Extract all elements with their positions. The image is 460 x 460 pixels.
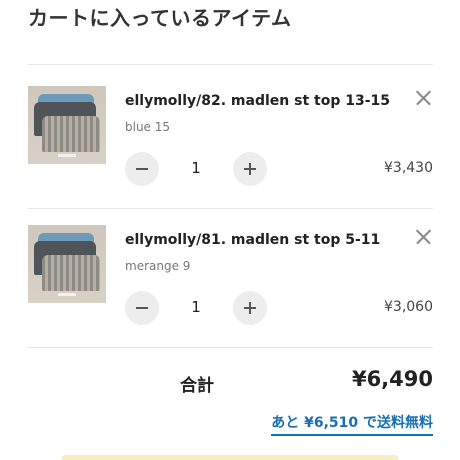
sweater-shape	[42, 116, 100, 152]
increase-quantity-button[interactable]	[233, 152, 267, 186]
brand-tag	[58, 154, 76, 157]
plus-icon-vertical	[249, 163, 251, 175]
minus-icon	[136, 307, 148, 309]
brand-tag	[58, 293, 76, 296]
product-image[interactable]	[28, 86, 106, 164]
decrease-quantity-button[interactable]	[125, 152, 159, 186]
minus-icon	[136, 168, 148, 170]
decrease-quantity-button[interactable]	[125, 291, 159, 325]
total-label: 合計	[180, 376, 214, 396]
divider	[28, 347, 433, 348]
product-variant: merange 9	[125, 259, 191, 273]
product-variant: blue 15	[125, 120, 171, 134]
cart-item: ellymolly/82. madlen st top 13-15 blue 1…	[28, 86, 433, 216]
quantity-value: 1	[191, 159, 201, 177]
increase-quantity-button[interactable]	[233, 291, 267, 325]
divider	[28, 64, 433, 65]
total-value: ¥6,490	[351, 367, 433, 391]
item-price: ¥3,060	[384, 299, 433, 315]
product-image[interactable]	[28, 225, 106, 303]
remove-item-icon[interactable]	[413, 227, 433, 247]
quantity-value: 1	[191, 298, 201, 316]
checkout-button-edge[interactable]	[62, 455, 398, 460]
item-price: ¥3,430	[384, 160, 433, 176]
remove-item-icon[interactable]	[413, 88, 433, 108]
cart-item: ellymolly/81. madlen st top 5-11 merange…	[28, 225, 433, 355]
product-name[interactable]: ellymolly/81. madlen st top 5-11	[125, 232, 380, 248]
free-shipping-link[interactable]: あと ¥6,510 で送料無料	[271, 412, 433, 436]
plus-icon-vertical	[249, 302, 251, 314]
product-name[interactable]: ellymolly/82. madlen st top 13-15	[125, 93, 390, 109]
page-title: カートに入っているアイテム	[28, 6, 292, 30]
sweater-shape	[42, 255, 100, 291]
divider	[28, 208, 433, 209]
